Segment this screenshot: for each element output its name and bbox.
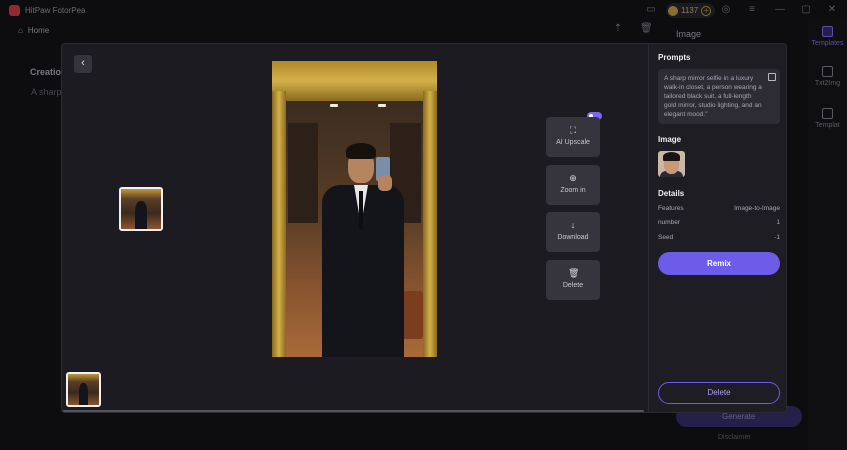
delete-action-button[interactable]: 🗑 Delete (546, 260, 600, 300)
image-detail-modal: ‹ ⛶ AI Upscale ⊕ Zoom in ↓ Download 🗑 De… (61, 43, 787, 413)
horizontal-scrollbar[interactable] (62, 410, 644, 412)
detail-label: Seed (658, 234, 674, 241)
app-window: HitPaw FotorPea ▭ 1137 + ◎ ≡ — ▢ ✕ ⌂ Hom… (0, 0, 847, 450)
detail-label: Features (658, 205, 684, 212)
detail-row-number: number 1 (658, 219, 780, 226)
back-button[interactable]: ‹ (74, 55, 92, 73)
copy-icon[interactable] (768, 73, 776, 81)
action-label: AI Upscale (556, 139, 590, 146)
selected-thumbnail[interactable] (119, 187, 163, 231)
delete-button[interactable]: Delete (658, 382, 780, 404)
mirror-frame-top (272, 61, 437, 101)
action-label: Zoom in (560, 187, 586, 194)
reference-image[interactable] (658, 151, 685, 177)
detail-value: -1 (774, 234, 780, 241)
detail-row-features: Features Image-to-Image (658, 205, 780, 212)
details-panel: Prompts A sharp mirror selfie in a luxur… (648, 44, 786, 412)
details-title: Details (658, 189, 685, 198)
person-hand (378, 175, 392, 191)
main-image (272, 61, 437, 357)
zoom-in-button[interactable]: ⊕ Zoom in (546, 165, 600, 205)
action-label: Delete (562, 282, 584, 289)
person-tie (359, 191, 363, 229)
zoom-in-icon: ⊕ (569, 173, 577, 183)
reference-hair (663, 152, 680, 161)
upscale-icon: ⛶ (569, 125, 577, 135)
mirror-reflection (286, 101, 423, 357)
mirror-frame-right (423, 91, 437, 357)
thumbnail-person (135, 201, 148, 229)
trash-icon: 🗑 (568, 268, 580, 278)
closet-shelf (288, 123, 318, 223)
mirror-frame-left (272, 91, 286, 357)
detail-value: Image-to-Image (734, 205, 780, 212)
remix-button[interactable]: Remix (658, 252, 780, 275)
prompt-text: A sharp mirror selfie in a luxury walk-i… (664, 75, 762, 118)
download-icon: ↓ (570, 220, 576, 230)
person-hair (346, 143, 376, 159)
download-button[interactable]: ↓ Download (546, 212, 600, 252)
bottom-thumbnail[interactable] (66, 372, 101, 407)
action-label: Download (557, 234, 589, 241)
prompts-title: Prompts (658, 53, 691, 62)
image-title: Image (658, 135, 682, 144)
ceiling-light (330, 104, 338, 107)
prompt-box: A sharp mirror selfie in a luxury walk-i… (658, 69, 780, 124)
thumbnail-person (79, 383, 89, 405)
detail-value: 1 (776, 219, 780, 226)
ceiling-light (378, 104, 386, 107)
detail-label: number (658, 219, 681, 226)
detail-row-seed: Seed -1 (658, 234, 780, 241)
ai-upscale-button[interactable]: ⛶ AI Upscale (546, 117, 600, 157)
image-viewer: ‹ ⛶ AI Upscale ⊕ Zoom in ↓ Download 🗑 De… (62, 44, 648, 412)
